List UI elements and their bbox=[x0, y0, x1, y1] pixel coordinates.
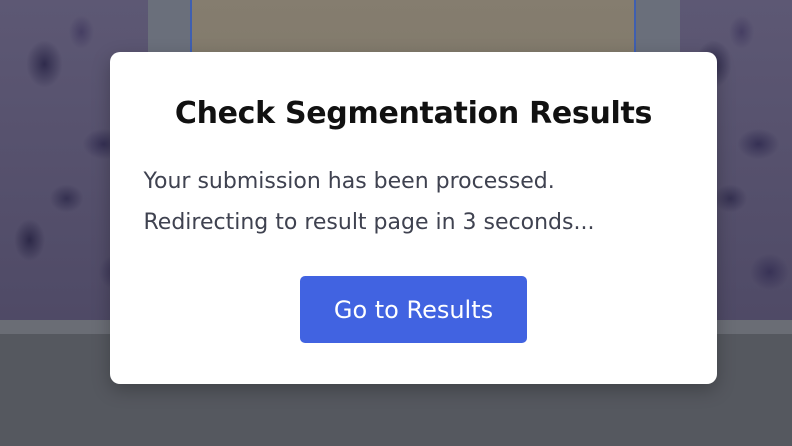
redirect-modal: Check Segmentation Results Your submissi… bbox=[110, 52, 717, 384]
modal-title: Check Segmentation Results bbox=[174, 96, 653, 131]
modal-message-line-1: Your submission has been processed. bbox=[143, 169, 555, 194]
page-background: Check Segmentation Results Your submissi… bbox=[0, 0, 792, 446]
modal-message: Your submission has been processed. Redi… bbox=[144, 161, 684, 243]
modal-message-line-2: Redirecting to result page in 3 seconds.… bbox=[143, 210, 595, 235]
go-to-results-button[interactable]: Go to Results bbox=[300, 276, 527, 343]
